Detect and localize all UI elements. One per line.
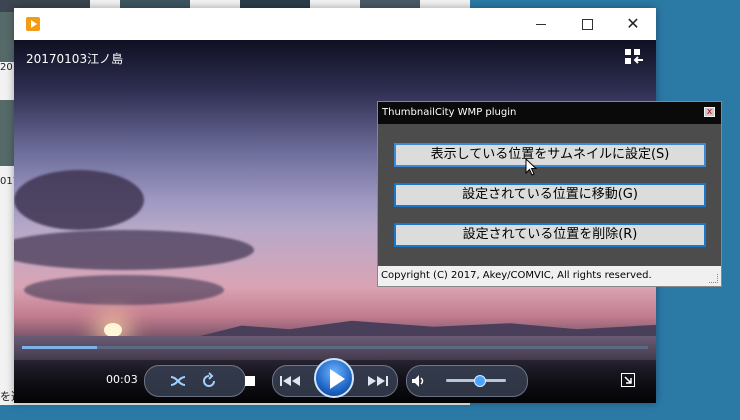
controls-pill (144, 365, 246, 397)
volume-slider-thumb[interactable] (474, 375, 486, 387)
repeat-icon (203, 372, 215, 387)
previous-icon (280, 376, 300, 386)
plugin-title-bar[interactable]: ThumbnailCity WMP plugin x (378, 102, 721, 124)
mouse-cursor-icon (525, 157, 538, 180)
plugin-close-button[interactable]: x (704, 107, 715, 117)
next-icon (368, 376, 388, 386)
video-content (14, 230, 254, 270)
previous-button[interactable] (278, 371, 304, 391)
plugin-title: ThumbnailCity WMP plugin (382, 107, 517, 118)
mute-button[interactable] (410, 372, 428, 390)
fullscreen-button[interactable] (620, 372, 636, 388)
minimize-button[interactable] (518, 8, 564, 40)
maximize-button[interactable] (564, 8, 610, 40)
video-content (24, 275, 224, 305)
seek-bar-progress (22, 346, 98, 349)
repeat-button[interactable] (199, 371, 219, 391)
seek-bar[interactable] (22, 346, 648, 349)
next-button[interactable] (364, 371, 390, 391)
plugin-status-bar: Copyright (C) 2017, Akey/COMVIC, All rig… (378, 266, 721, 286)
thumbnailcity-plugin-window: ThumbnailCity WMP plugin x 表示している位置をサムネイ… (377, 101, 722, 287)
switch-to-library-icon[interactable] (624, 48, 644, 66)
close-button[interactable]: ✕ (610, 8, 656, 40)
copyright-text: Copyright (C) 2017, Akey/COMVIC, All rig… (381, 270, 652, 281)
delete-position-button[interactable]: 設定されている位置を削除(R) (394, 223, 706, 247)
playback-controls: 00:03 (14, 358, 656, 403)
set-thumbnail-position-button[interactable]: 表示している位置をサムネイルに設定(S) (394, 143, 706, 167)
maximize-icon (581, 19, 593, 30)
volume-icon (412, 375, 424, 387)
shuffle-icon (170, 376, 186, 386)
video-content (104, 323, 122, 337)
play-button[interactable] (314, 358, 354, 398)
media-player-icon (26, 17, 40, 31)
time-elapsed: 00:03 (106, 373, 138, 386)
go-to-position-button[interactable]: 設定されている位置に移動(G) (394, 183, 706, 207)
video-content (14, 170, 144, 230)
video-title: 20170103江ノ島 (26, 52, 124, 66)
fullscreen-icon (621, 373, 635, 387)
title-bar[interactable]: ✕ (14, 8, 656, 40)
stop-button[interactable] (242, 373, 258, 389)
shuffle-button[interactable] (168, 371, 188, 391)
resize-grip[interactable] (709, 274, 718, 283)
minimize-icon (536, 24, 546, 25)
stop-icon (245, 376, 255, 386)
